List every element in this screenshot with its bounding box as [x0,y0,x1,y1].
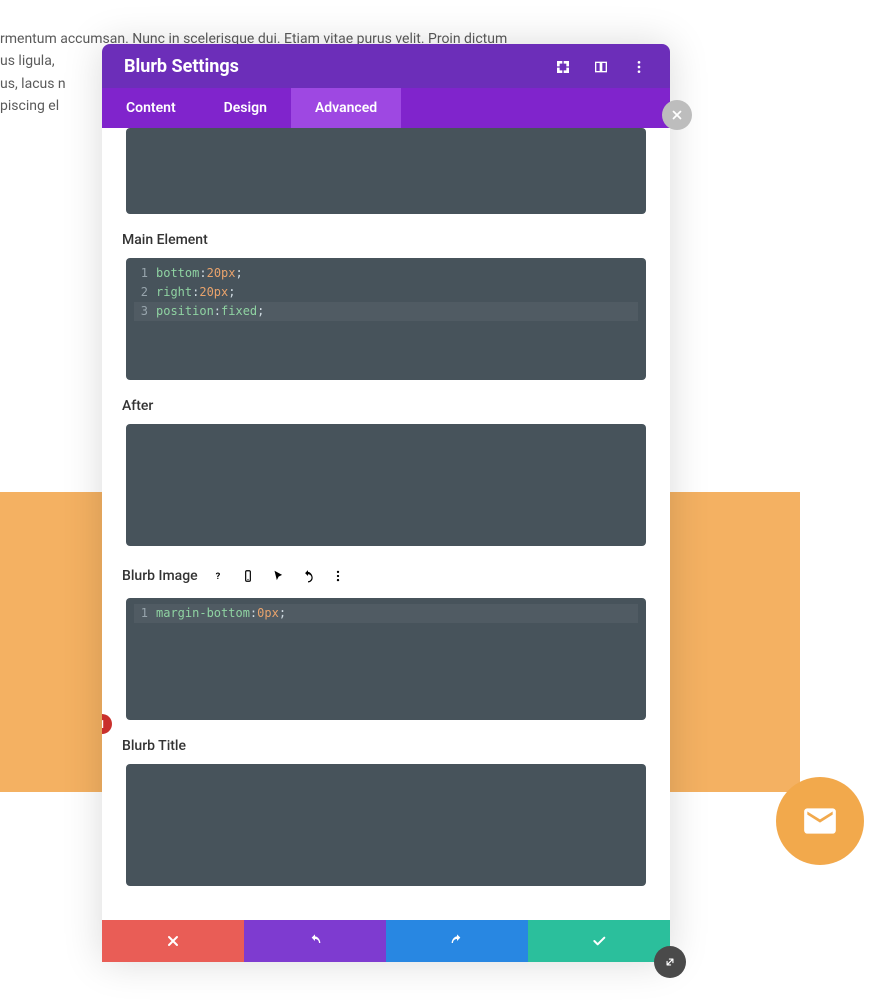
check-icon [591,933,607,949]
cursor-icon [271,569,285,583]
section-label-blurb-title: Blurb Title [122,724,646,764]
envelope-icon [801,802,839,840]
svg-text:?: ? [215,571,220,582]
redo-button[interactable] [386,920,528,962]
help-button[interactable]: ? [206,564,230,588]
tab-design[interactable]: Design [200,88,291,128]
reset-button[interactable] [296,564,320,588]
hover-button[interactable] [266,564,290,588]
section-label-blurb-image: Blurb Image ? [122,550,646,598]
modal-body: 1 Main Element 1bottom: 20px; 2right: 20… [102,128,670,920]
modal-footer [102,920,670,962]
options-button[interactable] [326,564,350,588]
section-label-main-element: Main Element [122,218,646,258]
tab-advanced[interactable]: Advanced [291,88,401,128]
modal-title: Blurb Settings [124,56,239,77]
close-icon [670,108,684,122]
close-button[interactable] [662,100,692,130]
tab-content[interactable]: Content [102,88,200,128]
code-editor-after[interactable] [126,424,646,546]
code-editor-before[interactable] [126,128,646,214]
more-vertical-icon [631,59,647,75]
code-editor-blurb-image[interactable]: 1margin-bottom: 0px; [126,598,646,720]
more-vertical-icon [331,569,345,583]
modal-header: Blurb Settings [102,44,670,88]
mobile-icon [241,569,255,583]
columns-button[interactable] [592,58,610,76]
chat-fab[interactable] [776,777,864,865]
settings-modal: Blurb Settings Content Design Advanced 1… [102,44,670,962]
section-label-after: After [122,384,646,424]
expand-icon [555,59,571,75]
resize-handle[interactable] [654,946,686,978]
undo-button[interactable] [244,920,386,962]
undo-icon [301,569,315,583]
redo-icon [449,933,465,949]
columns-icon [593,59,609,75]
help-icon: ? [211,569,225,583]
code-editor-blurb-title[interactable] [126,764,646,886]
more-button[interactable] [630,58,648,76]
cancel-button[interactable] [102,920,244,962]
expand-button[interactable] [554,58,572,76]
resize-icon [663,955,677,969]
code-editor-main-element[interactable]: 1bottom: 20px; 2right: 20px; 3position: … [126,258,646,380]
undo-icon [307,933,323,949]
close-icon [165,933,181,949]
responsive-button[interactable] [236,564,260,588]
save-button[interactable] [528,920,670,962]
tabs: Content Design Advanced [102,88,670,128]
